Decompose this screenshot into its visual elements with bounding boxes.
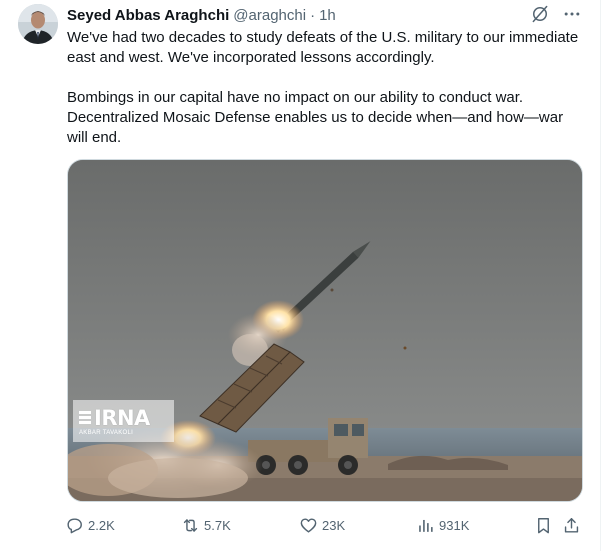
- reply-button[interactable]: 2.2K: [65, 514, 115, 536]
- grok-icon[interactable]: [530, 4, 550, 24]
- like-count: 23K: [322, 517, 346, 533]
- watermark-logo-text: IRNA: [94, 405, 150, 430]
- views-count: 931K: [439, 517, 470, 533]
- irna-logo-icon: [79, 411, 91, 424]
- tweet-card[interactable]: Seyed Abbas Araghchi @araghchi · 1h We'v…: [0, 0, 601, 551]
- bookmark-button[interactable]: [534, 514, 553, 536]
- tweet-media-image[interactable]: IRNA AKBAR TAVAKOLI: [67, 159, 583, 502]
- bookmark-icon: [538, 517, 549, 533]
- repost-icon: [183, 518, 198, 532]
- more-icon[interactable]: [562, 4, 582, 24]
- like-button[interactable]: 23K: [299, 514, 345, 536]
- reply-icon: [67, 517, 82, 533]
- repost-button[interactable]: 5.7K: [181, 514, 231, 536]
- tweet-timestamp[interactable]: 1h: [319, 7, 336, 24]
- views-icon: [419, 519, 433, 532]
- tweet-paragraph: We've had two decades to study defeats o…: [67, 29, 579, 66]
- tweet-paragraph: Bombings in our capital have no impact o…: [67, 89, 564, 146]
- media-watermark: IRNA AKBAR TAVAKOLI: [73, 400, 174, 442]
- watermark-credit: AKBAR TAVAKOLI: [79, 429, 134, 436]
- tweet-header: Seyed Abbas Araghchi @araghchi · 1h: [67, 5, 336, 25]
- author-name[interactable]: Seyed Abbas Araghchi: [67, 7, 229, 24]
- tweet-text: We've had two decades to study defeats o…: [67, 28, 587, 148]
- repost-count: 5.7K: [204, 517, 231, 533]
- share-icon: [564, 517, 579, 533]
- reply-count: 2.2K: [88, 517, 115, 533]
- tweet-action-bar: 2.2K 5.7K 23K 931K: [65, 514, 585, 536]
- missile-launch-photo: [68, 160, 582, 501]
- avatar[interactable]: [18, 4, 58, 44]
- author-handle[interactable]: @araghchi: [233, 7, 306, 24]
- like-icon: [300, 517, 317, 533]
- tweet-top-actions: [530, 4, 582, 24]
- separator-dot: ·: [310, 6, 316, 24]
- share-button[interactable]: [562, 514, 581, 536]
- views-button[interactable]: 931K: [416, 514, 469, 536]
